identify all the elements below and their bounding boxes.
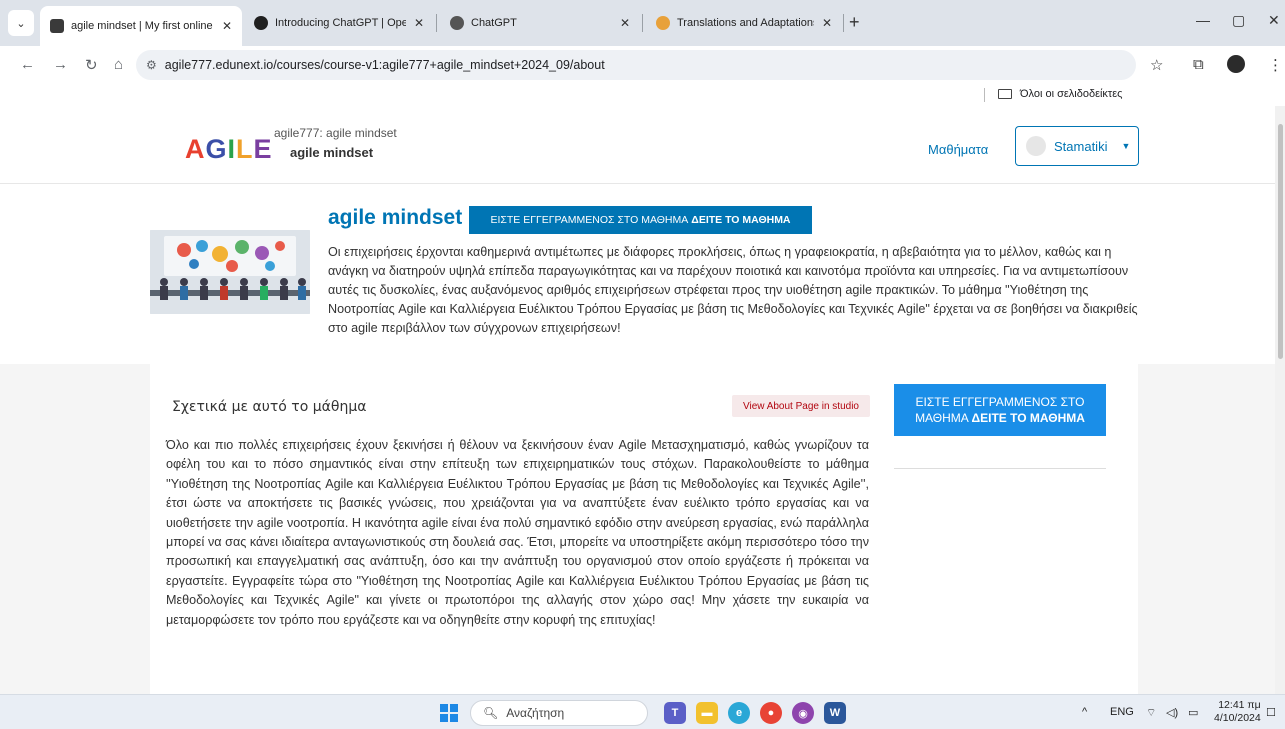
volume-icon[interactable]: ◁) [1166, 706, 1178, 719]
logo-letter: I [227, 134, 237, 164]
windows-taskbar: 🔍︎ Αναζήτηση T ▬ e ● ◉ W ^ ENG ⌔ ◁) ▭ 12… [0, 694, 1285, 729]
taskbar-search-input[interactable]: 🔍︎ Αναζήτηση [470, 700, 648, 726]
course-hero-image [150, 230, 310, 314]
close-window-icon[interactable]: ✕ [1268, 12, 1280, 29]
all-bookmarks-button[interactable]: Όλοι οι σελιδοδείκτες [998, 88, 1123, 100]
teams-icon[interactable]: T [664, 702, 686, 724]
tab-title: agile mindset | My first online p [71, 20, 214, 32]
logo-letter: A [185, 134, 206, 164]
search-icon: 🔍︎ [483, 706, 499, 720]
tab-introducing-chatgpt[interactable]: Introducing ChatGPT | OpenAI ✕ [244, 8, 434, 38]
course-title: agile mindset [328, 206, 463, 229]
site-header: AGILE agile777: agile mindset agile mind… [0, 106, 1285, 184]
extensions-icon[interactable]: ⧉ [1193, 56, 1204, 73]
about-section-title: Σχετικά με αυτό το μάθημα [172, 399, 367, 415]
tab-separator [436, 14, 437, 32]
tab-search-menu[interactable]: ⌄ [8, 10, 34, 36]
sidebar-view-course-button[interactable]: ΕΙΣΤΕ ΕΓΓΕΓΡΑΜΜΕΝΟΣ ΣΤΟ ΜΑΘΗΜΑ ΔΕΙΤΕ ΤΟ … [894, 384, 1106, 436]
about-section-text: Όλο και πιο πολλές επιχειρήσεις έχουν ξε… [166, 438, 869, 627]
taskbar-search-placeholder: Αναζήτηση [506, 706, 565, 720]
restore-icon[interactable]: ▢ [1232, 12, 1245, 29]
edge-icon[interactable]: e [728, 702, 750, 724]
forward-icon[interactable]: → [53, 56, 68, 73]
new-tab-icon[interactable]: + [849, 12, 860, 33]
tab-separator [642, 14, 643, 32]
tab-favicon-icon [50, 19, 64, 33]
page-scrollbar-thumb[interactable] [1278, 124, 1283, 359]
address-bar[interactable]: ⚙ agile777.edunext.io/courses/course-v1:… [136, 50, 1136, 80]
business-team-illustration-icon [150, 230, 310, 314]
url-text: agile777.edunext.io/courses/course-v1:ag… [164, 58, 605, 72]
home-icon[interactable]: ⌂ [114, 56, 123, 73]
logo-letter: G [205, 134, 228, 164]
all-bookmarks-label: Όλοι οι σελιδοδείκτες [1020, 88, 1123, 100]
tab-separator [843, 14, 844, 32]
view-course-label: ΔΕΙΤΕ ΤΟ ΜΑΘΗΜΑ [691, 214, 791, 226]
sidebar-divider [894, 468, 1106, 469]
reload-icon[interactable]: ↻ [85, 56, 98, 74]
openai-favicon-icon [254, 16, 268, 30]
logo-letter: L [236, 134, 254, 164]
tab-title: Translations and Adaptations - [677, 17, 814, 29]
tab-agile-mindset[interactable]: agile mindset | My first online p ✕ [40, 6, 242, 46]
tab-title: ChatGPT [471, 17, 517, 29]
bookmark-star-icon[interactable]: ☆ [1150, 56, 1163, 74]
tab-translations[interactable]: Translations and Adaptations - ✕ [646, 8, 842, 38]
sidebar-view-course-label: ΔΕΙΤΕ ΤΟ ΜΑΘΗΜΑ [971, 411, 1085, 425]
clock-time: 12:41 πμ [1218, 699, 1261, 711]
translations-favicon-icon [656, 16, 670, 30]
logo-letter: E [253, 134, 273, 164]
enroll-status-label: ΕΙΣΤΕ ΕΓΓΕΓΡΑΜΜΕΝΟΣ ΣΤΟ ΜΑΘΗΜΑ [490, 214, 689, 226]
site-settings-icon[interactable]: ⚙ [146, 58, 157, 72]
course-short-description: Οι επιχειρήσεις έρχονται καθημερινά αντι… [328, 245, 1138, 335]
course-org-label: agile777: agile mindset [274, 126, 397, 140]
chrome-icon[interactable]: ● [760, 702, 782, 724]
messenger-icon[interactable]: ◉ [792, 702, 814, 724]
username: Stamatiki [1054, 138, 1108, 154]
language-indicator[interactable]: ENG [1110, 706, 1134, 718]
bookmarks-separator [984, 88, 985, 102]
windows-start-icon[interactable] [440, 704, 458, 722]
tab-close-icon[interactable]: ✕ [214, 19, 232, 33]
chevron-down-icon: ▼ [1121, 141, 1131, 151]
user-menu-button[interactable]: Stamatiki ▼ [1015, 126, 1139, 166]
profile-avatar[interactable] [1227, 55, 1245, 73]
course-name-header: agile mindset [290, 145, 374, 160]
chatgpt-favicon-icon [450, 16, 464, 30]
show-hidden-icons[interactable]: ^ [1082, 706, 1087, 718]
minimize-icon[interactable]: — [1196, 12, 1210, 28]
tab-close-icon[interactable]: ✕ [406, 16, 424, 30]
word-icon[interactable]: W [824, 702, 846, 724]
folder-icon [998, 89, 1012, 99]
browser-toolbar: ← → ↻ ⌂ ⚙ agile777.edunext.io/courses/co… [0, 46, 1285, 84]
view-course-button[interactable]: ΕΙΣΤΕ ΕΓΓΕΓΡΑΜΜΕΝΟΣ ΣΤΟ ΜΑΘΗΜΑ ΔΕΙΤΕ ΤΟ … [469, 206, 812, 234]
taskbar-clock[interactable]: 12:41 πμ 4/10/2024 [1214, 699, 1261, 725]
agile-logo[interactable]: AGILE [185, 134, 273, 165]
tab-chatgpt[interactable]: ChatGPT ✕ [440, 8, 640, 38]
tab-close-icon[interactable]: ✕ [814, 16, 832, 30]
file-explorer-icon[interactable]: ▬ [696, 702, 718, 724]
user-avatar-icon [1026, 136, 1046, 156]
bookmarks-bar: Όλοι οι σελιδοδείκτες [0, 84, 1285, 106]
tab-close-icon[interactable]: ✕ [612, 16, 630, 30]
clock-date: 4/10/2024 [1214, 712, 1261, 724]
back-icon[interactable]: ← [20, 56, 35, 73]
browser-tabstrip: ⌄ agile mindset | My first online p ✕ In… [0, 0, 1285, 46]
web-page: AGILE agile777: agile mindset agile mind… [0, 106, 1285, 694]
battery-icon[interactable]: ▭ [1188, 706, 1198, 719]
notifications-icon[interactable]: ☐ [1266, 706, 1276, 719]
wifi-icon[interactable]: ⌔ [1146, 706, 1156, 720]
courses-link[interactable]: Μαθήματα [928, 142, 988, 157]
browser-menu-icon[interactable]: ⋮ [1268, 56, 1283, 74]
tab-title: Introducing ChatGPT | OpenAI [275, 17, 406, 29]
view-in-studio-button[interactable]: View About Page in studio [732, 395, 870, 417]
